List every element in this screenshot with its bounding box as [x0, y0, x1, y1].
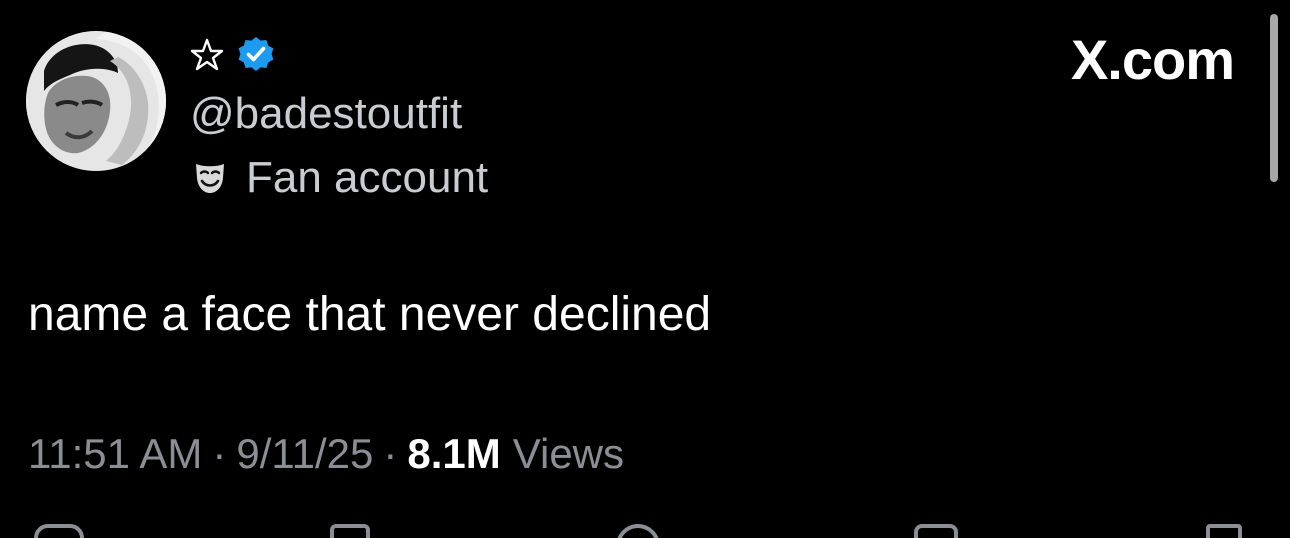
views-count[interactable]: 8.1M: [407, 428, 500, 480]
post-time[interactable]: 11:51 AM: [28, 428, 202, 480]
post-meta: 11:51 AM · 9/11/25 · 8.1M Views: [28, 426, 624, 482]
post-date[interactable]: 9/11/25: [236, 428, 373, 480]
share-icon[interactable]: [1206, 524, 1242, 538]
performing-arts-mask-icon: [196, 164, 224, 193]
star-icon: [190, 38, 224, 71]
avatar-image: [26, 31, 166, 171]
reply-icon[interactable]: [34, 524, 84, 538]
display-name[interactable]: [190, 38, 224, 72]
brand-watermark: X.com: [1070, 28, 1235, 91]
verified-badge-icon[interactable]: [236, 35, 276, 75]
avatar[interactable]: [26, 31, 166, 171]
scrollbar[interactable]: [1270, 14, 1278, 182]
account-label-text: Fan account: [246, 153, 489, 202]
post-text: name a face that never declined: [28, 288, 712, 341]
action-bar: [0, 520, 1290, 538]
display-name-row: [190, 35, 276, 75]
separator-dot: ·: [212, 430, 227, 477]
views-label: Views: [512, 430, 625, 477]
bookmark-icon[interactable]: [914, 524, 958, 538]
separator-dot: ·: [383, 430, 398, 477]
account-label: Fan account: [192, 150, 488, 206]
repost-icon[interactable]: [330, 524, 370, 538]
like-icon[interactable]: [616, 524, 660, 538]
tweet-screenshot: @badestoutfit Fan account X.com name a f…: [0, 0, 1290, 538]
user-handle[interactable]: @badestoutfit: [190, 88, 462, 140]
